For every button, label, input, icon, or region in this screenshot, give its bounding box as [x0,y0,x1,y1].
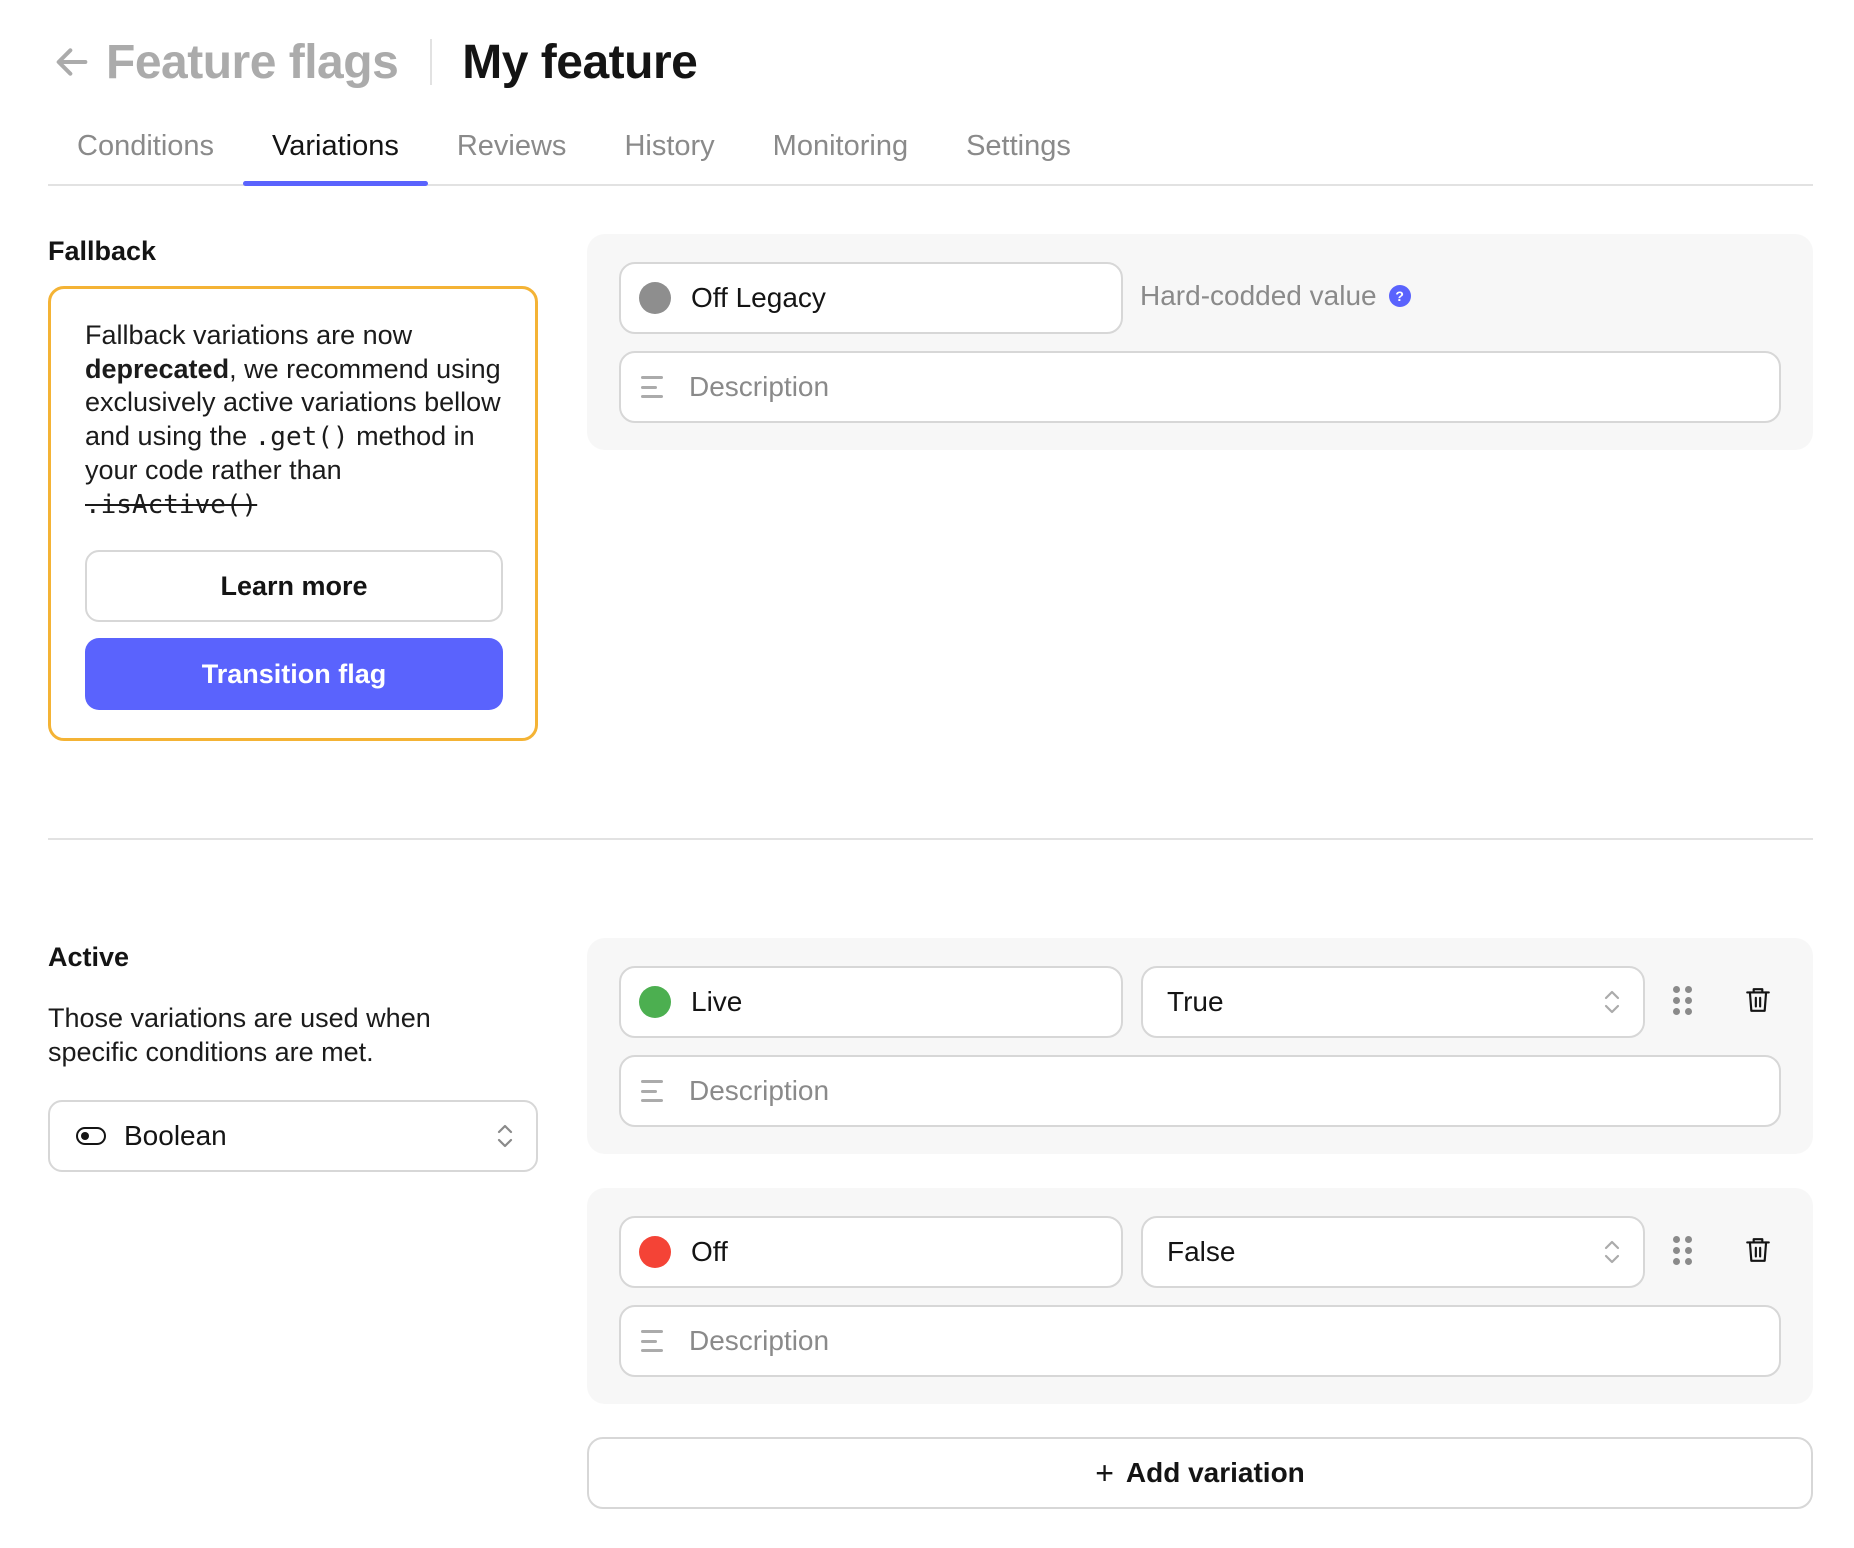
tab-bar: Conditions Variations Reviews History Mo… [48,118,1813,186]
hint-text: Hard-codded value [1140,280,1377,311]
variation-value-select[interactable]: False [1141,1216,1645,1288]
learn-more-button[interactable]: Learn more [85,550,503,622]
variation-name-input[interactable]: Off [619,1216,1123,1288]
chevron-up-down-icon [497,1124,513,1148]
page-header: Feature flags My feature [52,32,698,92]
tab-history[interactable]: History [595,118,743,184]
trash-icon[interactable] [1745,986,1771,1014]
add-variation-label: Add variation [1125,1457,1305,1488]
description-placeholder: Description [689,1075,830,1106]
fallback-variation-name-input[interactable]: Off Legacy [619,262,1123,334]
fallback-variation-panel: Off Legacy Hard-codded value ? Descripti… [587,234,1813,450]
variation-name-value: Off Legacy [691,282,826,313]
variation-color-dot[interactable] [639,1236,671,1268]
text-align-icon [641,376,667,398]
drag-handle-icon[interactable] [1673,986,1693,1016]
trash-icon[interactable] [1745,1236,1771,1264]
hard-coded-value-hint: Hard-codded value ? [1140,280,1411,312]
code-get: .get() [254,421,349,452]
section-divider [48,838,1813,840]
text-align-icon [641,1330,667,1352]
chevron-up-down-icon [1604,990,1620,1014]
variation-color-dot[interactable] [639,282,671,314]
tab-conditions[interactable]: Conditions [48,118,243,184]
back-button[interactable] [52,42,92,82]
chevron-up-down-icon [1604,1240,1620,1264]
variation-type-select[interactable]: Boolean [48,1100,538,1172]
variation-description-input[interactable]: Description [619,1305,1781,1377]
tab-variations[interactable]: Variations [243,118,428,186]
variation-card-off: Off False Description [587,1188,1813,1404]
deprecation-warning-text: Fallback variations are now deprecated, … [85,319,501,522]
code-isactive-deprecated: .isActive() [85,489,258,520]
toggle-icon [76,1127,106,1145]
warning-text-part: Fallback variations are now [85,320,413,350]
active-section-title: Active [48,942,130,972]
deprecation-warning-card: Fallback variations are now deprecated, … [48,286,538,741]
description-placeholder: Description [689,371,830,402]
variation-value: False [1167,1236,1236,1267]
tab-settings[interactable]: Settings [937,118,1100,184]
variation-card-live: Live True Description [587,938,1813,1154]
tab-reviews[interactable]: Reviews [428,118,596,184]
add-variation-button[interactable]: + Add variation [587,1437,1813,1509]
warning-text-bold: deprecated [85,353,230,384]
active-section-description: Those variations are used when specific … [48,1003,431,1067]
fallback-description-input[interactable]: Description [619,351,1781,423]
variation-value: True [1167,986,1224,1017]
breadcrumb-separator [430,39,433,85]
description-placeholder: Description [689,1325,830,1356]
transition-flag-button[interactable]: Transition flag [85,638,503,710]
variation-value-select[interactable]: True [1141,966,1645,1038]
variation-type-value: Boolean [124,1120,227,1151]
variation-name-input[interactable]: Live [619,966,1123,1038]
variation-description-input[interactable]: Description [619,1055,1781,1127]
tab-monitoring[interactable]: Monitoring [744,118,937,184]
arrow-left-icon [56,48,88,76]
text-align-icon [641,1080,667,1102]
page-title: My feature [462,35,698,89]
drag-handle-icon[interactable] [1673,1236,1693,1266]
variation-name-value: Off [691,1236,728,1267]
variation-name-value: Live [691,986,743,1017]
plus-icon: + [1095,1454,1114,1491]
variation-color-dot[interactable] [639,986,671,1018]
breadcrumb-feature-flags[interactable]: Feature flags [106,35,399,90]
help-icon[interactable]: ? [1388,285,1411,307]
fallback-section-title: Fallback [48,236,157,266]
